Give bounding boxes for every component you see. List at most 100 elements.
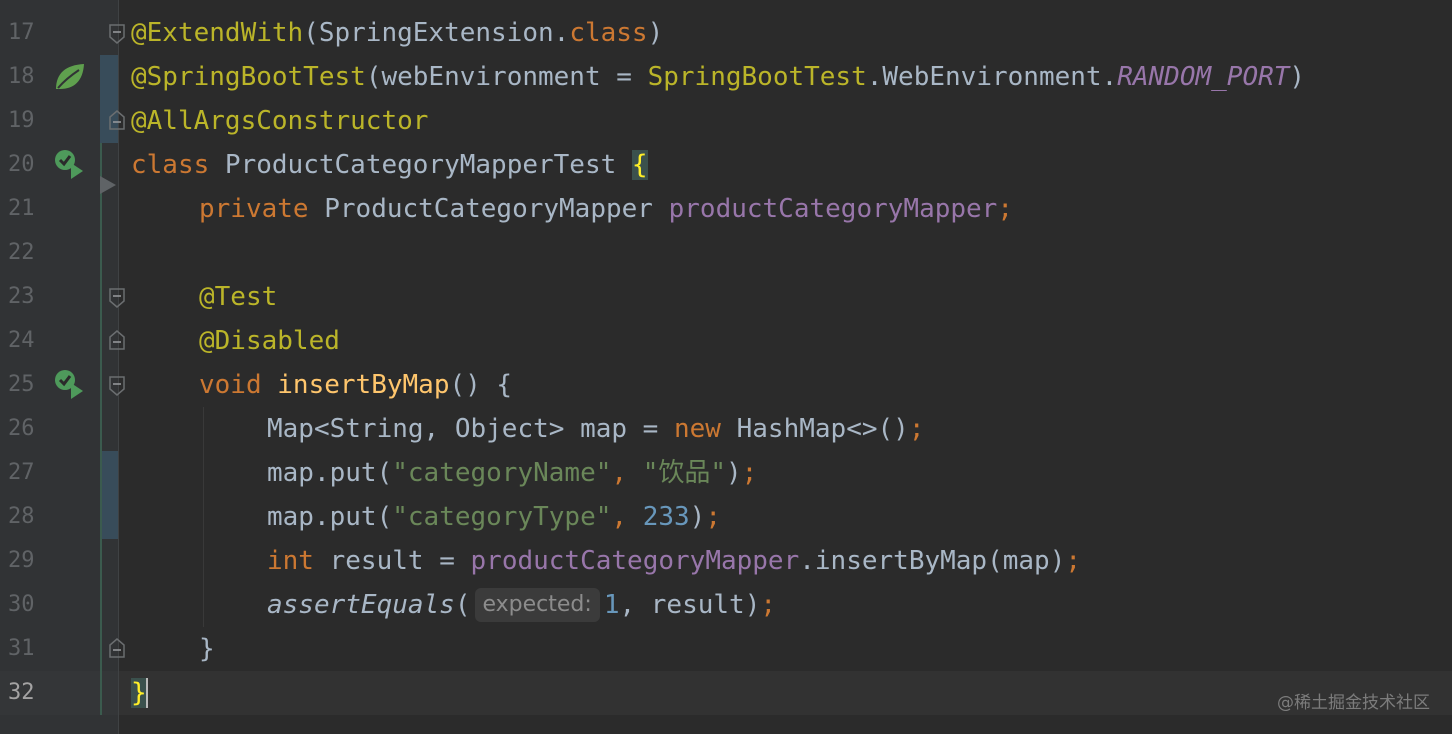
code-token: ( (365, 62, 382, 92)
fold-end-icon[interactable] (109, 627, 125, 671)
code-token: ( (303, 18, 319, 48)
line-number: 30 (8, 592, 35, 617)
number-literal: 1 (603, 590, 620, 620)
code-line-25[interactable]: void insertByMap() { (199, 363, 512, 407)
code-line-31[interactable]: } (199, 627, 215, 671)
code-line-21[interactable]: private ProductCategoryMapper productCat… (199, 187, 1013, 231)
line-number: 31 (8, 636, 35, 661)
annotation: @AllArgsConstructor (131, 106, 429, 136)
code-token: WebEnvironment (882, 62, 1102, 92)
annotation: @Disabled (199, 326, 340, 356)
string-literal: "categoryType" (392, 502, 612, 532)
code-token: () { (449, 370, 513, 400)
text-caret (146, 678, 148, 708)
code-token: ) (689, 502, 706, 532)
code-token: ) (726, 458, 742, 488)
line-number: 22 (8, 240, 35, 265)
line-number: 25 (8, 372, 35, 397)
annotation: @SpringBootTest (131, 62, 366, 92)
semicolon: ; (997, 194, 1013, 224)
code-line-23[interactable]: @Test (199, 275, 277, 319)
code-token: ) (1289, 62, 1306, 92)
field-name: productCategoryMapper (668, 194, 998, 224)
code-token: SpringExtension (318, 18, 554, 48)
closing-brace: } (199, 634, 215, 664)
fold-start-icon[interactable] (109, 11, 125, 55)
fold-start-icon[interactable] (109, 275, 125, 319)
code-token: HashMap<>() (720, 414, 909, 444)
code-token: result = (313, 546, 471, 576)
class-name: ProductCategoryMapperTest (209, 150, 632, 180)
code-token: , result) (619, 590, 761, 620)
fold-end-icon[interactable] (109, 99, 125, 143)
semicolon: ; (741, 458, 758, 488)
line-number: 20 (8, 152, 35, 177)
type-name: ProductCategoryMapper (308, 194, 669, 224)
keyword: private (199, 194, 309, 224)
enum-constant: RANDOM_PORT (1117, 62, 1290, 92)
code-line-17[interactable]: @ExtendWith(SpringExtension.class) (131, 11, 663, 55)
annotation: @ExtendWith (131, 18, 304, 48)
code-token: = (600, 62, 648, 92)
keyword: class (569, 18, 648, 48)
line-number: 23 (8, 284, 35, 309)
code-token: .insertByMap(map) (799, 546, 1066, 576)
static-method-name: assertEquals (267, 590, 455, 620)
run-test-icon[interactable] (52, 147, 88, 183)
field-name: productCategoryMapper (470, 546, 800, 576)
code-editor[interactable]: 17 18 19 20 21 22 23 24 25 26 27 28 29 3… (0, 0, 1452, 734)
run-test-icon[interactable] (52, 367, 88, 403)
code-token: Map<String, Object> map = (267, 414, 674, 444)
fold-start-icon[interactable] (109, 363, 125, 407)
comma: , (611, 458, 643, 488)
line-number: 27 (8, 460, 35, 485)
current-line-highlight (0, 671, 1452, 715)
comma: , (611, 502, 643, 532)
code-token: . (1101, 62, 1118, 92)
line-number: 18 (8, 64, 35, 89)
vcs-added-line-marker (100, 143, 102, 715)
line-number: 21 (8, 196, 35, 221)
fold-end-icon[interactable] (109, 319, 125, 363)
code-line-19[interactable]: @AllArgsConstructor (131, 99, 428, 143)
code-line-29[interactable]: int result = productCategoryMapper.inser… (267, 539, 1081, 583)
method-name: insertByMap (277, 370, 450, 400)
matched-brace: { (631, 150, 648, 180)
vcs-change-marker[interactable] (100, 451, 118, 539)
line-number: 19 (8, 108, 35, 133)
fold-arrow-icon[interactable] (100, 176, 116, 194)
parameter-hint[interactable]: expected: (474, 588, 600, 622)
code-line-30[interactable]: assertEquals(expected: 1, result); (267, 583, 776, 627)
indent-guide (203, 407, 204, 627)
line-number: 17 (8, 20, 35, 45)
spring-leaf-icon[interactable] (52, 59, 88, 95)
string-literal: "饮品" (642, 458, 727, 488)
code-line-32[interactable]: } (131, 671, 147, 715)
line-number: 29 (8, 548, 35, 573)
code-token: map.put( (267, 458, 393, 488)
code-line-24[interactable]: @Disabled (199, 319, 340, 363)
code-token: . (553, 18, 570, 48)
line-number: 28 (8, 504, 35, 529)
keyword: new (674, 414, 721, 444)
code-token: . (866, 62, 883, 92)
keyword: int (267, 546, 314, 576)
annotation-class: SpringBootTest (647, 62, 867, 92)
code-line-26[interactable]: Map<String, Object> map = new HashMap<>(… (267, 407, 924, 451)
code-token: ) (647, 18, 664, 48)
code-line-27[interactable]: map.put("categoryName", "饮品"); (267, 451, 757, 495)
code-line-18[interactable]: @SpringBootTest(webEnvironment = SpringB… (131, 55, 1305, 99)
matched-brace: } (131, 678, 147, 708)
line-number: 26 (8, 416, 35, 441)
watermark: @稀土掘金技术社区 (1277, 693, 1430, 713)
semicolon: ; (1065, 546, 1082, 576)
code-line-28[interactable]: map.put("categoryType", 233); (267, 495, 721, 539)
line-number: 24 (8, 328, 35, 353)
code-token: map.put( (267, 502, 393, 532)
code-line-20[interactable]: class ProductCategoryMapperTest { (131, 143, 648, 187)
code-token: ( (454, 590, 471, 620)
code-token: webEnvironment (381, 62, 601, 92)
semicolon: ; (908, 414, 925, 444)
line-number-current: 32 (8, 680, 35, 705)
semicolon: ; (760, 590, 777, 620)
